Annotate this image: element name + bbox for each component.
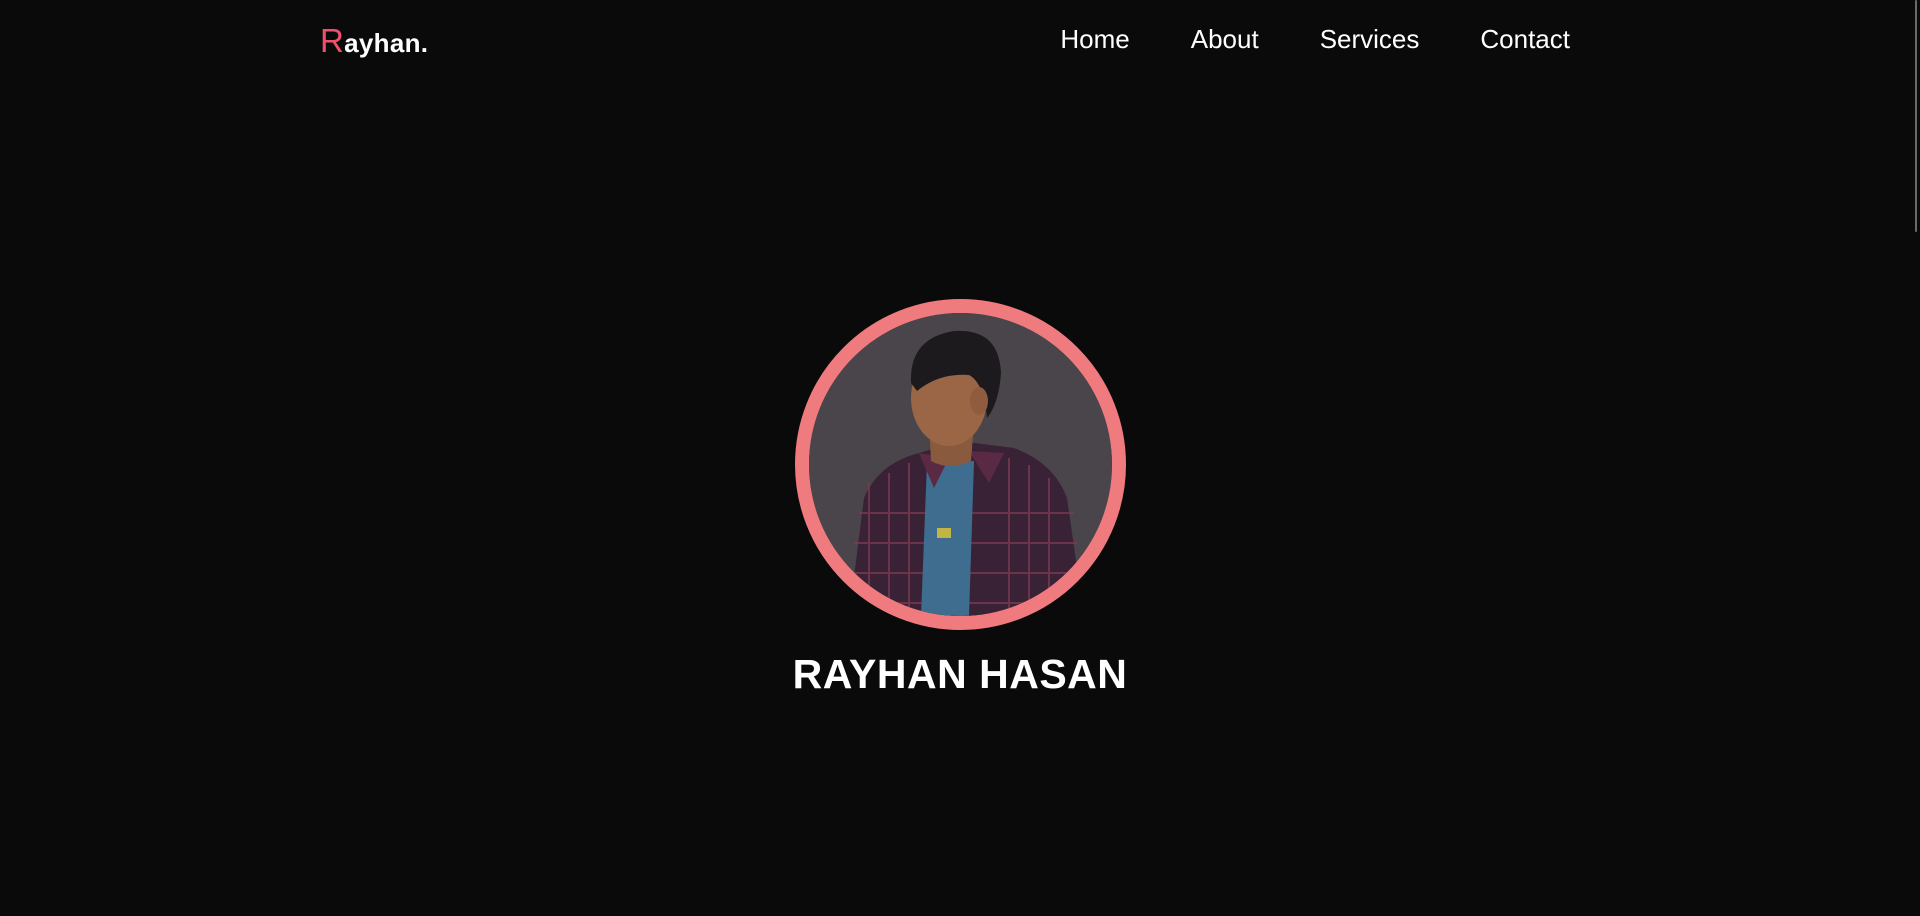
nav-services[interactable]: Services (1320, 24, 1420, 55)
portfolio-page: Rayhan. Home About Services Contact RAYH… (0, 0, 1920, 916)
nav-home[interactable]: Home (1060, 24, 1129, 55)
page-scrollbar[interactable] (1912, 0, 1920, 916)
logo-initial: R (320, 22, 345, 59)
hero-name: RAYHAN HASAN (792, 651, 1128, 697)
profile-avatar (795, 299, 1126, 630)
nav-contact[interactable]: Contact (1480, 24, 1570, 55)
site-logo[interactable]: Rayhan. (320, 22, 428, 60)
profile-photo-icon (809, 313, 1112, 616)
site-header: Rayhan. Home About Services Contact (0, 0, 1920, 80)
logo-text: ayhan. (344, 28, 429, 58)
scrollbar-thumb[interactable] (1915, 0, 1917, 232)
main-nav: Home About Services Contact (1060, 24, 1570, 55)
nav-about[interactable]: About (1191, 24, 1259, 55)
